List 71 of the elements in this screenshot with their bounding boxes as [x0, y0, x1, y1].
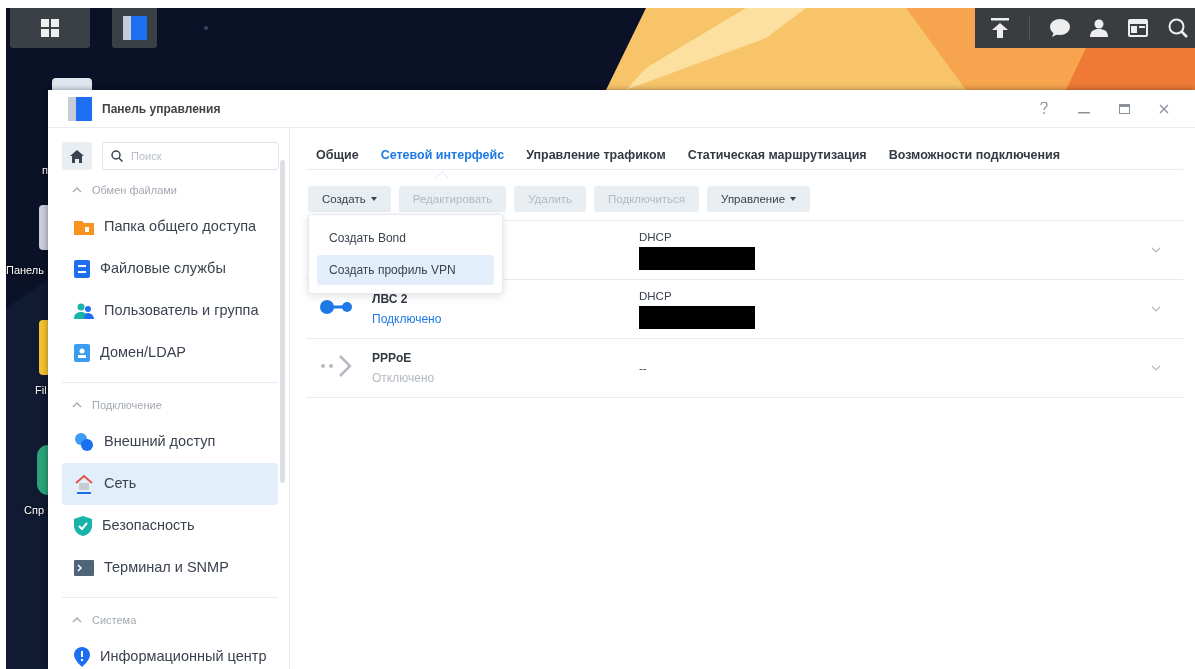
folder-icon: [74, 219, 94, 235]
house-icon: [74, 474, 94, 494]
control-panel-icon: [122, 16, 147, 40]
dial-arrow-icon: [320, 354, 354, 378]
caret-icon: [370, 197, 377, 201]
sidebar-item[interactable]: Сеть: [62, 463, 278, 505]
close-icon[interactable]: [1159, 103, 1169, 114]
help-icon[interactable]: [1040, 101, 1048, 114]
users-icon: [74, 303, 94, 319]
interface-name: ЛВС 2: [372, 292, 409, 306]
chat-icon[interactable]: [1050, 19, 1070, 37]
expand-icon[interactable]: [1151, 365, 1161, 371]
ip-config: --: [639, 362, 648, 374]
section-title: Подключение: [92, 399, 162, 411]
home-button[interactable]: [62, 142, 92, 170]
menu-item[interactable]: Создать профиль VPN: [317, 255, 494, 285]
collapse-icon[interactable]: [72, 402, 82, 408]
search-field[interactable]: Поиск: [102, 142, 279, 170]
sidebar-item[interactable]: Файловые службы: [62, 248, 278, 290]
ip-config: DHCP: [639, 289, 673, 302]
desktop-icon-label[interactable]: Fil: [35, 384, 47, 397]
ip-config: DHCP: [639, 230, 673, 243]
desktop-icon-label[interactable]: Спр: [24, 504, 45, 517]
interface-name: PPPoE: [372, 351, 413, 365]
sidebar-item[interactable]: Пользователь и группа: [62, 290, 278, 332]
sidebar-item[interactable]: Внешний доступ: [62, 421, 278, 463]
menu-item[interactable]: Создать Bond: [317, 223, 494, 253]
desktop-app-icon[interactable]: [37, 445, 48, 495]
dropdown-button[interactable]: Создать: [308, 186, 391, 212]
widget-icon[interactable]: [1128, 19, 1148, 37]
tab[interactable]: Возможности подключения: [888, 147, 1060, 162]
minimize-icon[interactable]: [1078, 111, 1090, 114]
contact-card-icon: [74, 344, 90, 362]
link-icon: [74, 432, 94, 452]
search-icon: [111, 150, 123, 162]
desktop-icon-label[interactable]: п: [42, 164, 48, 177]
shield-icon: [74, 516, 92, 536]
window-title: Панель управления: [102, 101, 222, 116]
section-title: Обмен файлами: [92, 184, 177, 196]
user-icon[interactable]: [1090, 19, 1108, 37]
collapse-icon[interactable]: [72, 617, 82, 623]
interface-status: Отключено: [372, 371, 436, 385]
interface-row[interactable]: PPPoE Отключено --: [306, 339, 1183, 398]
desktop-icon-label[interactable]: Панель: [6, 264, 44, 277]
tab[interactable]: Статическая маршрутизация: [687, 147, 867, 162]
terminal-icon: [74, 560, 94, 576]
sidebar-item[interactable]: Папка общего доступа: [62, 206, 278, 248]
sidebar-item[interactable]: Домен/LDAP: [62, 332, 278, 374]
search-icon[interactable]: [1168, 18, 1188, 38]
main-menu-button[interactable]: [10, 8, 90, 48]
tab[interactable]: Общие: [316, 147, 359, 162]
dropdown-button[interactable]: Управление: [707, 186, 811, 212]
upload-icon[interactable]: [991, 18, 1009, 38]
home-icon: [70, 149, 84, 163]
control-panel-icon: [68, 96, 92, 121]
tab[interactable]: Сетевой интерфейс: [380, 147, 505, 162]
expand-icon[interactable]: [1151, 306, 1161, 312]
interface-status: Подключено: [372, 312, 443, 326]
taskbar-app-button[interactable]: [112, 8, 157, 48]
file-icon: [74, 260, 90, 278]
sidebar-item[interactable]: Безопасность: [62, 505, 278, 547]
tab[interactable]: Управление трафиком: [526, 147, 666, 162]
sidebar-item[interactable]: Информационный центр: [62, 636, 278, 669]
expand-icon[interactable]: [1151, 247, 1161, 253]
grid-icon: [41, 19, 59, 37]
section-title: Система: [92, 614, 137, 626]
ethernet-icon: [320, 300, 354, 314]
collapse-icon[interactable]: [72, 187, 82, 193]
caret-icon: [790, 197, 797, 201]
sidebar-item[interactable]: Терминал и SNMP: [62, 547, 278, 589]
maximize-icon[interactable]: [1118, 103, 1130, 114]
